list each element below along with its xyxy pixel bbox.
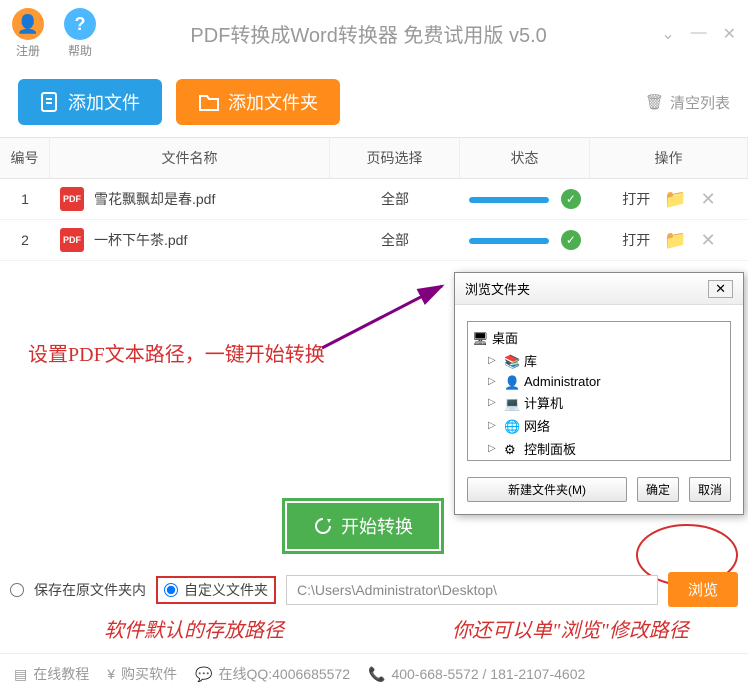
close-icon[interactable]: ✕ (723, 24, 736, 44)
table-row: 2 PDF 一杯下午茶.pdf 全部 ✓ 打开 📁 ✕ (0, 220, 748, 261)
clear-list-button[interactable]: 🗑 清空列表 (645, 92, 730, 113)
pin-icon[interactable]: ⌄ (661, 24, 674, 44)
file-name: 一杯下午茶.pdf (94, 230, 187, 250)
register-button[interactable]: 👤 注册 (12, 8, 44, 59)
page-select[interactable]: 全部 (330, 230, 460, 250)
folder-open-icon[interactable]: 📁 (664, 189, 686, 210)
start-convert-button[interactable]: 开始转换 (287, 503, 439, 549)
radio-same-folder[interactable] (10, 583, 24, 597)
refresh-icon (313, 516, 333, 536)
open-button[interactable]: 打开 (622, 230, 650, 250)
yen-icon: ¥ (107, 666, 115, 682)
open-button[interactable]: 打开 (622, 189, 650, 209)
status-cell: ✓ (460, 230, 590, 250)
radio-same-label: 保存在原文件夹内 (34, 580, 146, 600)
col-num: 编号 (0, 138, 50, 178)
col-op: 操作 (590, 138, 748, 178)
progress-bar (469, 238, 549, 244)
tutorial-link[interactable]: ▤在线教程 (14, 664, 89, 684)
pdf-icon: PDF (60, 187, 84, 211)
radio-custom-highlight: 自定义文件夹 (156, 576, 276, 604)
control-panel-icon: ⚙ (504, 442, 520, 456)
desktop-icon: 🖥 (472, 331, 488, 345)
browse-folder-dialog: 浏览文件夹 ✕ 🖥桌面 ▷📚库 ▷👤Administrator ▷💻计算机 ▷🌐… (454, 272, 744, 515)
annotation-arrow (312, 278, 452, 358)
table-row: 1 PDF 雪花飘飘却是春.pdf 全部 ✓ 打开 📁 ✕ (0, 179, 748, 220)
user-folder-icon: 👤 (504, 375, 520, 389)
new-folder-button[interactable]: 新建文件夹(M) (467, 477, 627, 502)
expand-icon[interactable]: ▷ (488, 443, 500, 454)
folder-tree[interactable]: 🖥桌面 ▷📚库 ▷👤Administrator ▷💻计算机 ▷🌐网络 ▷⚙控制面… (467, 321, 731, 461)
app-title: PDF转换成Word转换器 免费试用版 v5.0 (76, 19, 661, 48)
add-folder-button[interactable]: 添加文件夹 (176, 79, 340, 125)
expand-icon[interactable]: ▷ (488, 376, 500, 387)
save-path-row: 保存在原文件夹内 自定义文件夹 浏览 (10, 572, 738, 607)
title-bar: 👤 注册 ? 帮助 PDF转换成Word转换器 免费试用版 v5.0 ⌄ — ✕ (0, 0, 748, 67)
col-name: 文件名称 (50, 138, 330, 178)
remove-icon[interactable]: ✕ (701, 230, 716, 251)
file-name: 雪花飘飘却是春.pdf (94, 189, 215, 209)
check-icon: ✓ (561, 189, 581, 209)
radio-custom-folder[interactable] (164, 583, 178, 597)
phone-icon: 📞 (368, 666, 385, 683)
expand-icon[interactable]: ▷ (488, 420, 500, 431)
phone-contact[interactable]: 📞400-668-5572 / 181-2107-4602 (368, 666, 585, 683)
check-icon: ✓ (561, 230, 581, 250)
expand-icon[interactable]: ▷ (488, 397, 500, 408)
page-select[interactable]: 全部 (330, 189, 460, 209)
folder-open-icon[interactable]: 📁 (664, 230, 686, 251)
browse-button[interactable]: 浏览 (668, 572, 738, 607)
cancel-button[interactable]: 取消 (689, 477, 731, 502)
file-icon (40, 91, 60, 113)
path-input[interactable] (286, 575, 658, 605)
col-status: 状态 (460, 138, 590, 178)
toolbar: 添加文件 添加文件夹 🗑 清空列表 (0, 67, 748, 137)
dialog-title: 浏览文件夹 (465, 279, 530, 298)
footer: ▤在线教程 ¥购买软件 💬在线QQ:4006685572 📞400-668-55… (0, 653, 748, 694)
start-button-highlight: 开始转换 (282, 498, 444, 554)
folder-icon (198, 92, 220, 112)
annotation-main: 设置PDF文本路径，一键开始转换 (28, 338, 325, 367)
chat-icon: 💬 (195, 666, 212, 683)
annotation-browse-hint: 你还可以单"浏览"修改路径 (452, 614, 689, 643)
table-header: 编号 文件名称 页码选择 状态 操作 (0, 137, 748, 179)
expand-icon[interactable]: ▷ (488, 355, 500, 366)
remove-icon[interactable]: ✕ (701, 189, 716, 210)
dialog-close-button[interactable]: ✕ (708, 280, 733, 298)
doc-icon: ▤ (14, 666, 27, 683)
network-icon: 🌐 (504, 419, 520, 433)
minimize-icon[interactable]: — (691, 24, 707, 44)
col-page: 页码选择 (330, 138, 460, 178)
radio-custom-label: 自定义文件夹 (184, 580, 268, 600)
pdf-icon: PDF (60, 228, 84, 252)
ok-button[interactable]: 确定 (637, 477, 679, 502)
progress-bar (469, 197, 549, 203)
trash-icon: 🗑 (645, 93, 664, 111)
add-file-button[interactable]: 添加文件 (18, 79, 162, 125)
user-icon: 👤 (12, 8, 44, 40)
computer-icon: 💻 (504, 396, 520, 410)
status-cell: ✓ (460, 189, 590, 209)
qq-contact[interactable]: 💬在线QQ:4006685572 (195, 664, 350, 684)
annotation-default-path: 软件默认的存放路径 (104, 614, 284, 643)
library-icon: 📚 (504, 354, 520, 368)
buy-link[interactable]: ¥购买软件 (107, 664, 177, 684)
